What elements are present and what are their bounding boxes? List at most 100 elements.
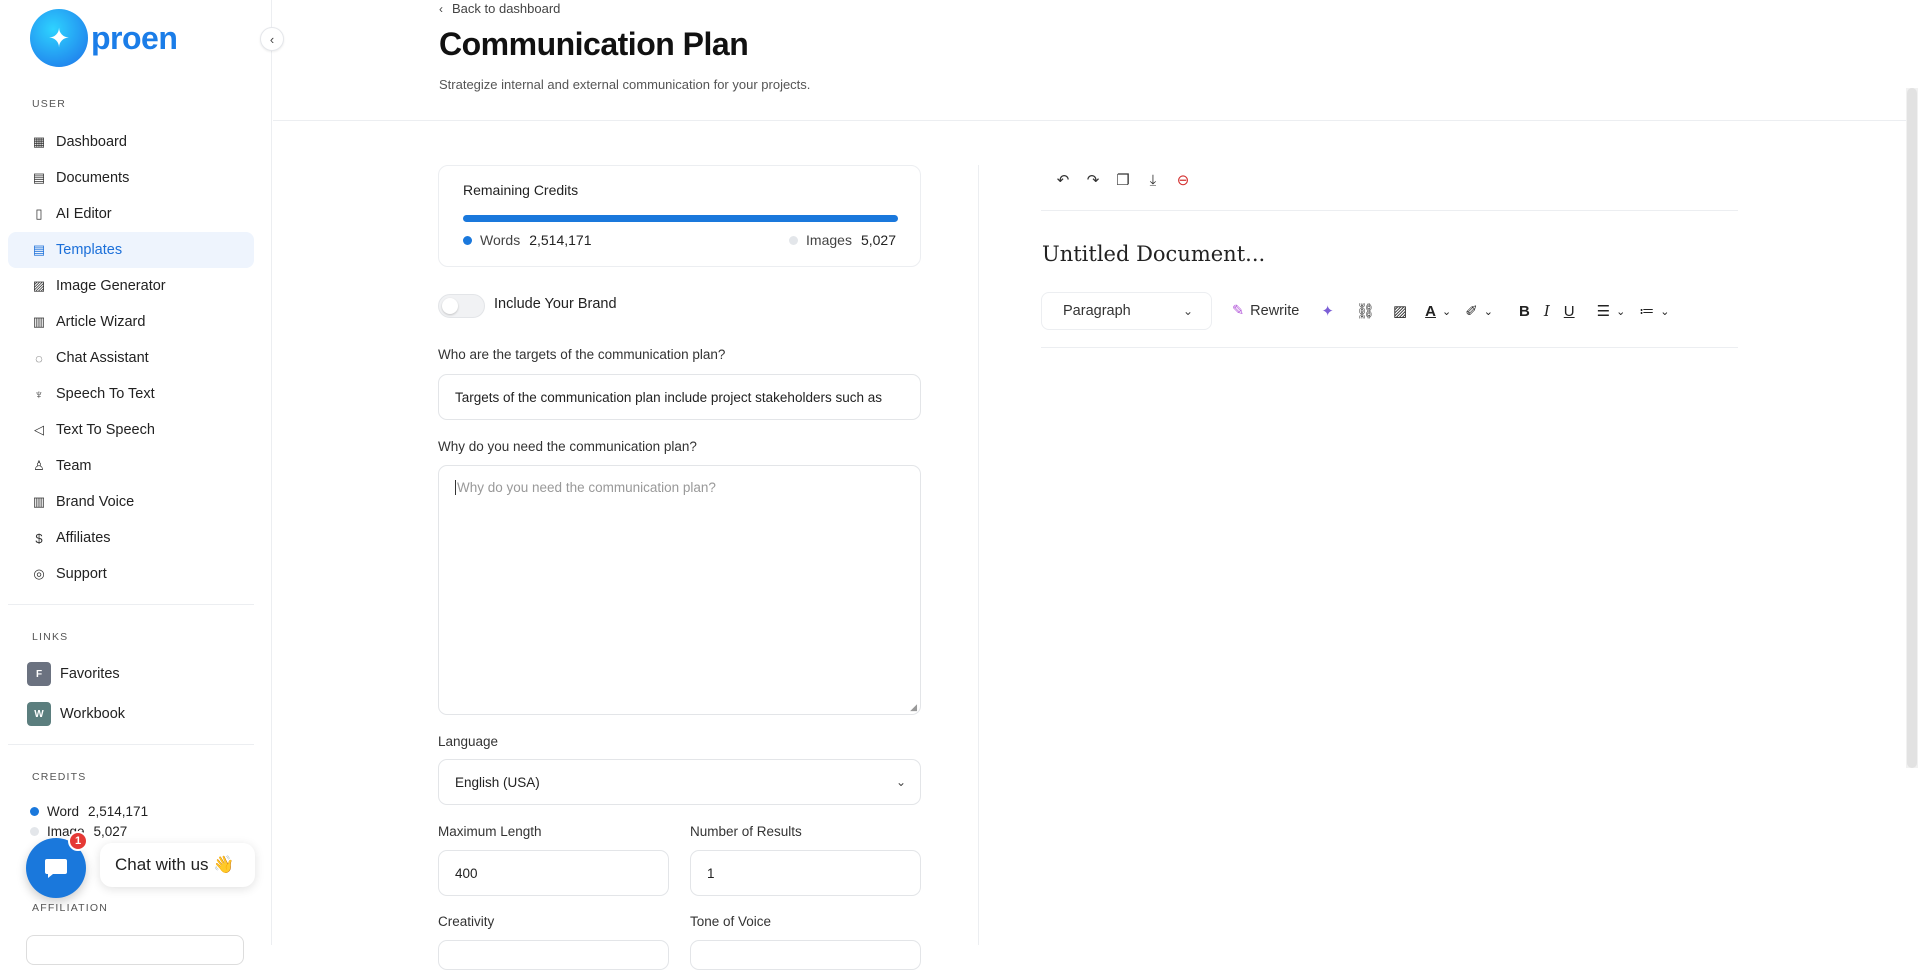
- tone-of-voice-label: Tone of Voice: [690, 914, 772, 929]
- sidebar-item-label: Brand Voice: [56, 494, 135, 510]
- language-label: Language: [438, 734, 499, 749]
- sidebar-item-label: Dashboard: [56, 134, 127, 150]
- sidebar-item-text-to-speech[interactable]: ◁ Text To Speech: [8, 412, 254, 448]
- lifebuoy-icon: ◎: [33, 566, 45, 581]
- workbook-badge: W: [27, 702, 51, 726]
- credit-word-row: Word 2,514,171: [30, 804, 148, 819]
- why-placeholder: Why do you need the communication plan?: [455, 480, 716, 495]
- chat-bubble-icon: [45, 859, 67, 878]
- archive-icon: ▤: [32, 170, 46, 185]
- language-select[interactable]: English (USA) ⌄: [438, 759, 921, 805]
- section-label-affiliation: AFFILIATION: [32, 902, 109, 914]
- numbered-list-icon[interactable]: ≔: [1639, 296, 1654, 326]
- bullet-list-icon[interactable]: ☰: [1597, 296, 1610, 326]
- words-label: Words: [480, 232, 521, 248]
- include-brand-toggle[interactable]: [438, 294, 485, 318]
- rewrite-label: Rewrite: [1250, 303, 1300, 319]
- sidebar-item-dashboard[interactable]: ▦ Dashboard: [8, 124, 254, 160]
- image-dot: [30, 827, 39, 836]
- sidebar: ✦ proen USER ▦ Dashboard ▤ Documents ▯ AI E…: [0, 0, 272, 965]
- download-icon[interactable]: ⤓: [1138, 170, 1168, 190]
- italic-icon[interactable]: I: [1544, 296, 1550, 326]
- chevron-down-icon: ⌄: [1182, 304, 1193, 318]
- editor-divider: [1041, 210, 1738, 211]
- logo-icon: ✦: [30, 9, 88, 67]
- number-of-results-input[interactable]: 1: [690, 850, 921, 896]
- targets-input[interactable]: Targets of the communication plan includ…: [438, 374, 921, 420]
- bold-icon[interactable]: B: [1519, 296, 1530, 326]
- sidebar-item-label: Image Generator: [56, 278, 166, 294]
- sidebar-item-documents[interactable]: ▤ Documents: [8, 160, 254, 196]
- chevron-down-icon[interactable]: ⌄: [1442, 296, 1451, 326]
- scrollbar-thumb[interactable]: [1907, 88, 1917, 768]
- editor-divider: [1041, 347, 1738, 348]
- number-of-results-label: Number of Results: [690, 824, 802, 839]
- credits-progress-bar: [463, 215, 898, 222]
- logo[interactable]: ✦ proen: [30, 9, 178, 67]
- sidebar-item-affiliates[interactable]: $ Affiliates: [8, 520, 254, 556]
- sidebar-divider: [8, 744, 254, 745]
- link-icon[interactable]: ⛓: [1356, 296, 1375, 326]
- copy-icon[interactable]: ❐: [1108, 170, 1138, 190]
- document-title[interactable]: Untitled Document...: [1042, 242, 1265, 266]
- word-dot: [30, 807, 39, 816]
- article-icon: ▥: [32, 314, 46, 329]
- pen-icon: ✎: [1232, 303, 1245, 319]
- sidebar-item-templates[interactable]: ▤ Templates: [8, 232, 254, 268]
- language-value: English (USA): [455, 774, 540, 790]
- chat-icon: ◌: [35, 350, 43, 366]
- max-length-input[interactable]: 400: [438, 850, 669, 896]
- delete-icon[interactable]: ⊖: [1168, 170, 1198, 190]
- sidebar-item-article-wizard[interactable]: ▥ Article Wizard: [8, 304, 254, 340]
- image-icon: ▨: [32, 278, 46, 293]
- text-color-icon[interactable]: A: [1425, 296, 1436, 326]
- sidebar-item-label: AI Editor: [56, 206, 112, 222]
- chat-with-us-pill[interactable]: Chat with us 👋: [100, 843, 255, 887]
- editor-action-toolbar: ↶ ↷ ❐ ⤓ ⊖: [1048, 170, 1198, 190]
- undo-icon[interactable]: ↶: [1048, 170, 1078, 190]
- chevron-down-icon[interactable]: ⌄: [1660, 296, 1669, 326]
- chevron-left-icon: ‹: [439, 1, 443, 16]
- redo-icon[interactable]: ↷: [1078, 170, 1108, 190]
- favorites-badge: F: [27, 662, 51, 686]
- sidebar-item-brand-voice[interactable]: ▥ Brand Voice: [8, 484, 254, 520]
- underline-icon[interactable]: U: [1564, 296, 1575, 326]
- insert-image-icon[interactable]: ▨: [1393, 296, 1407, 326]
- template-icon: ▤: [32, 242, 46, 257]
- why-textarea[interactable]: Why do you need the communication plan? …: [438, 465, 921, 715]
- images-label: Images: [806, 232, 852, 248]
- sidebar-item-ai-editor[interactable]: ▯ AI Editor: [8, 196, 254, 232]
- images-value: 5,027: [860, 232, 896, 248]
- collapse-sidebar-button[interactable]: ‹: [260, 27, 284, 51]
- sidebar-nav: ▦ Dashboard ▤ Documents ▯ AI Editor ▤ Templa…: [8, 124, 254, 592]
- chevron-down-icon: ⌄: [895, 775, 906, 789]
- toggle-knob: [442, 298, 458, 314]
- user-plus-icon: ♙: [33, 458, 45, 473]
- paragraph-select[interactable]: Paragraph ⌄: [1041, 292, 1212, 330]
- logo-text: proen: [91, 19, 178, 56]
- back-to-dashboard-link[interactable]: ‹ Back to dashboard: [439, 1, 560, 16]
- sidebar-item-label: Affiliates: [56, 530, 111, 546]
- ai-sparkle-icon[interactable]: ✦: [1321, 296, 1334, 326]
- link-workbook[interactable]: W Workbook: [27, 702, 125, 726]
- link-label: Favorites: [60, 666, 120, 682]
- highlight-icon[interactable]: ✐: [1465, 296, 1478, 326]
- page-title: Communication Plan: [439, 26, 749, 62]
- include-brand-label: Include Your Brand: [494, 296, 617, 312]
- credit-image-value: 5,027: [93, 824, 128, 839]
- sidebar-item-team[interactable]: ♙ Team: [8, 448, 254, 484]
- words-value: 2,514,171: [529, 232, 592, 248]
- link-favorites[interactable]: F Favorites: [27, 662, 120, 686]
- credit-word-label: Word: [47, 804, 80, 819]
- sidebar-item-image-generator[interactable]: ▨ Image Generator: [8, 268, 254, 304]
- resize-handle-icon[interactable]: ◢: [910, 702, 917, 713]
- sidebar-item-label: Article Wizard: [56, 314, 146, 330]
- panel-divider: [978, 165, 979, 945]
- sidebar-item-chat-assistant[interactable]: ◌ Chat Assistant: [8, 340, 254, 376]
- sidebar-item-support[interactable]: ◎ Support: [8, 556, 254, 592]
- chevron-down-icon[interactable]: ⌄: [1616, 296, 1625, 326]
- chevron-down-icon[interactable]: ⌄: [1484, 296, 1493, 326]
- rewrite-button[interactable]: ✎ Rewrite: [1232, 303, 1299, 319]
- sidebar-item-speech-to-text[interactable]: ♆ Speech To Text: [8, 376, 254, 412]
- header-divider: [273, 120, 1908, 121]
